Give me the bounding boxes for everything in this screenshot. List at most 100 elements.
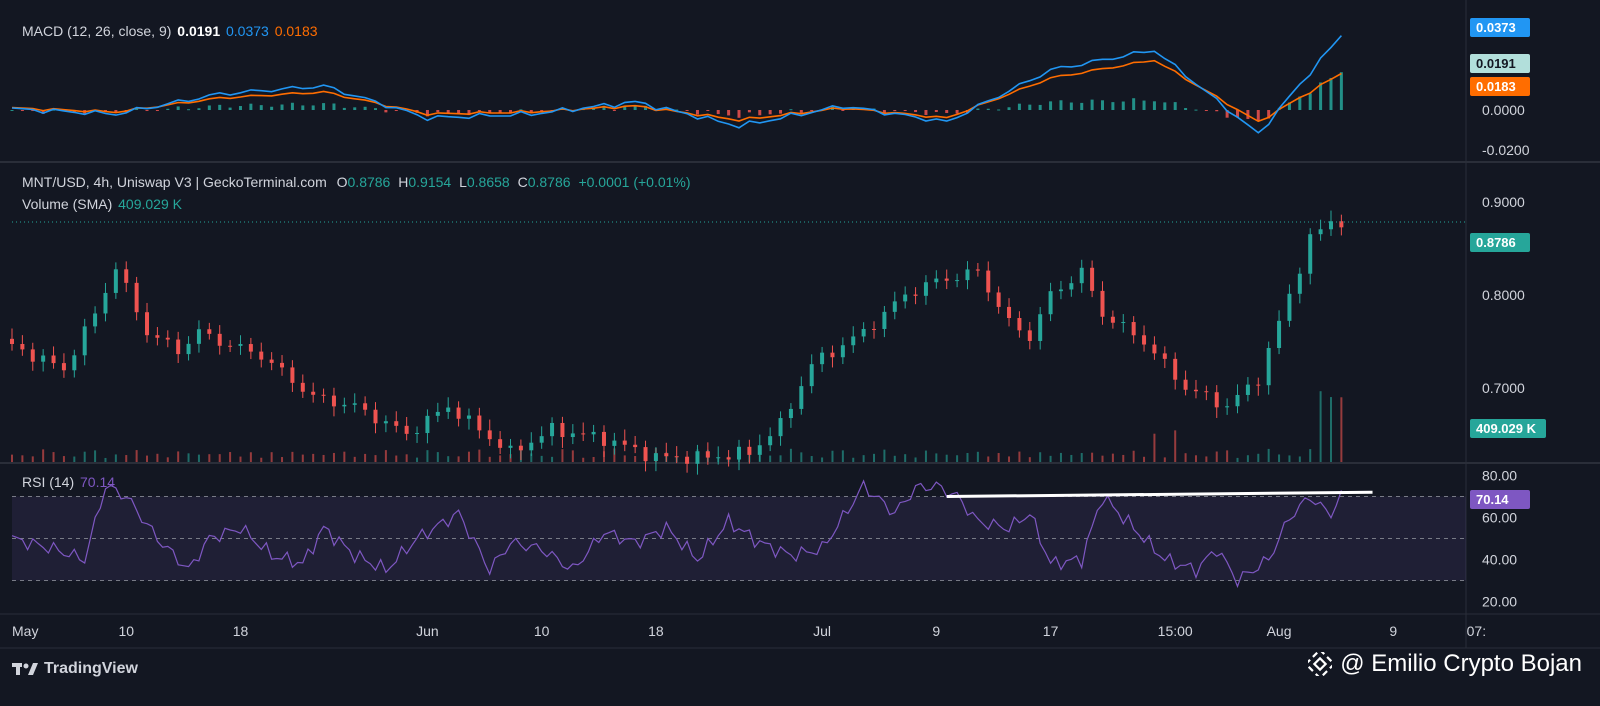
price-candle-body	[1297, 273, 1302, 294]
chart-canvas[interactable]: -0.0200 0.0000 0.7000 0.8000 0.9000 20.00 40.0…	[0, 0, 1600, 706]
volume-bar	[11, 454, 13, 462]
volume-bar	[862, 455, 865, 462]
price-candle-body	[363, 403, 368, 410]
price-candle-body	[238, 344, 243, 346]
watermark-text: @ Emilio Crypto Bojan	[1340, 650, 1582, 677]
volume-bar	[395, 455, 398, 462]
diamond-logo-icon	[1308, 652, 1333, 676]
volume-bar	[914, 457, 917, 462]
rsi-legend-value: 70.14	[80, 474, 116, 490]
macd-histogram-bar	[342, 107, 346, 110]
tradingview-logo[interactable]: TradingView	[12, 660, 138, 678]
time-axis-tick: Aug	[1267, 623, 1292, 639]
price-candle-body	[280, 362, 285, 368]
price-candle-body	[1110, 316, 1115, 323]
price-candle-body	[311, 391, 316, 395]
macd-histogram-bar	[238, 106, 242, 110]
price-candle-body	[653, 453, 658, 462]
volume-bar	[1049, 455, 1052, 462]
volume-bar	[1028, 457, 1031, 462]
volume-bar	[976, 451, 979, 462]
macd-legend: MACD (12, 26, close, 9) 0.0191 0.0373 0.…	[22, 23, 318, 39]
price-candle-body	[342, 404, 347, 407]
price-candle-body	[1287, 293, 1292, 321]
price-candle-body	[1183, 379, 1188, 390]
macd-histogram-bar	[249, 103, 253, 110]
price-candle-body	[259, 351, 264, 360]
volume-bar	[1101, 455, 1104, 462]
price-candle-body	[986, 270, 991, 293]
macd-price-tag: 0.0373	[1470, 18, 1530, 37]
price-candle-body	[622, 440, 627, 445]
price-candle-body	[404, 425, 409, 434]
macd-histogram-bar	[1173, 102, 1177, 110]
volume-bar	[1205, 456, 1208, 462]
price-candle-body	[591, 431, 596, 435]
macd-histogram-bar	[322, 103, 326, 110]
macd-histogram-bar	[290, 102, 294, 110]
close-label: C	[517, 174, 528, 190]
rsi-axis-tick: 20.00	[1482, 594, 1517, 610]
volume-bar	[935, 453, 938, 462]
volume-bar	[1340, 397, 1343, 462]
volume-bar	[582, 457, 585, 462]
macd-histogram-bar	[301, 105, 305, 110]
time-axis-tick: Jul	[813, 623, 831, 639]
price-candle-body	[799, 386, 804, 409]
macd-histogram-bar	[789, 109, 793, 111]
price-candle-body	[1277, 320, 1282, 348]
time-axis-tick: 07:	[1467, 623, 1486, 639]
volume-bar	[104, 457, 107, 462]
price-candle-body	[72, 355, 77, 371]
price-candle-body	[196, 329, 201, 344]
volume-bar	[540, 455, 543, 462]
rsi-axis-tick: 40.00	[1482, 552, 1517, 568]
volume-bar	[156, 453, 159, 462]
change-value: +0.0001 (+0.01%)	[578, 174, 691, 190]
volume-bar	[1039, 452, 1042, 462]
time-axis-tick: 15:00	[1158, 623, 1193, 639]
volume-bar	[197, 454, 200, 462]
tradingview-brand: TradingView	[44, 660, 138, 677]
volume-bar	[405, 454, 408, 462]
volume-bar	[1184, 453, 1187, 462]
price-candle-body	[1069, 283, 1074, 290]
price-candle-body	[498, 439, 503, 448]
macd-histogram-bar	[1080, 102, 1084, 110]
volume-bar	[1008, 456, 1011, 462]
price-candle-body	[757, 445, 762, 455]
macd-histogram-bar	[1308, 93, 1312, 110]
volume-bar	[374, 455, 377, 462]
macd-histogram-bar	[436, 110, 440, 113]
price-candle-body	[477, 415, 482, 431]
volume-bar	[52, 452, 55, 462]
volume-bar	[1091, 452, 1094, 462]
macd-histogram-bar	[747, 110, 751, 113]
price-candle-body	[861, 328, 866, 337]
macd-histogram-bar	[1319, 82, 1323, 110]
volume-price-tag: 409.029 K	[1470, 419, 1546, 438]
macd-histogram-bar	[1059, 100, 1063, 110]
price-candle-body	[1152, 344, 1157, 354]
price-candle-body	[788, 408, 793, 419]
price-candle-body	[113, 269, 118, 293]
volume-bar	[187, 453, 190, 462]
macd-histogram-bar	[737, 110, 741, 118]
macd-histogram-bar	[1038, 104, 1042, 110]
macd-signal-value: 0.0183	[274, 23, 318, 39]
volume-bar	[1278, 454, 1281, 462]
price-candle-body	[934, 278, 939, 283]
price-candle-body	[1173, 358, 1178, 380]
volume-bar	[322, 454, 325, 462]
volume-bar	[1226, 450, 1229, 462]
volume-bar	[1153, 433, 1156, 462]
macd-histogram-bar	[1028, 104, 1032, 110]
volume-bar	[125, 455, 128, 462]
price-candle-body	[737, 446, 741, 460]
price-candle-body	[633, 444, 638, 448]
volume-bar	[364, 453, 367, 462]
volume-bar	[789, 448, 792, 462]
macd-histogram-bar	[1121, 101, 1125, 110]
volume-bar	[956, 455, 959, 462]
volume-legend-value: 409.029 K	[118, 196, 182, 212]
